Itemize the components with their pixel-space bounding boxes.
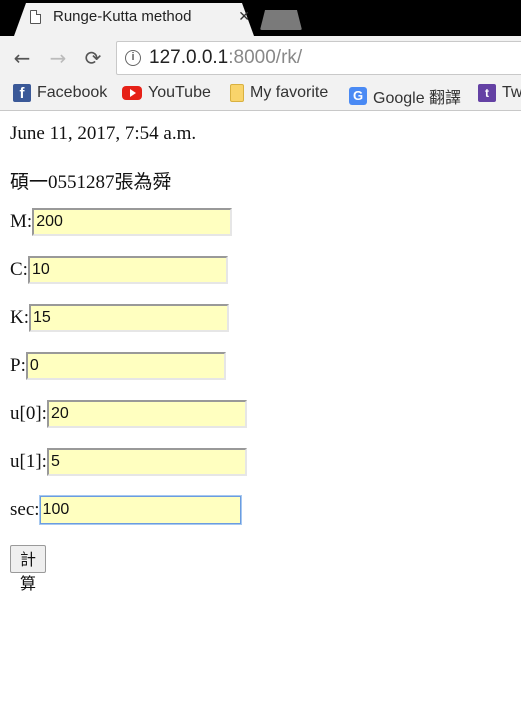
url-host: 127.0.0.1	[149, 47, 229, 68]
bookmark-label: Tw	[502, 84, 521, 101]
folder-icon	[230, 84, 244, 102]
address-bar[interactable]: i 127.0.0.1:8000/rk/	[116, 41, 521, 75]
close-icon[interactable]: ✕	[238, 9, 250, 25]
u1-input[interactable]	[46, 448, 247, 476]
bookmark-label: Google 翻譯	[373, 90, 462, 107]
browser-toolbar: ← → ⟳ i 127.0.0.1:8000/rk/	[0, 36, 521, 80]
field-label: sec:	[10, 499, 40, 520]
back-icon[interactable]: ←	[9, 45, 35, 71]
field-sec: sec:	[10, 496, 241, 524]
tab-strip: Runge-Kutta method ✕	[0, 0, 521, 36]
k-input[interactable]	[29, 304, 229, 332]
twitch-icon: t	[478, 84, 496, 102]
bookmark-facebook[interactable]: f Facebook	[13, 84, 107, 102]
bookmark-label: My favorite	[250, 84, 329, 101]
m-input[interactable]	[32, 208, 233, 236]
new-tab-button[interactable]	[260, 10, 302, 30]
field-label: u[1]:	[10, 451, 47, 472]
bookmark-youtube[interactable]: YouTube	[122, 84, 211, 102]
c-input[interactable]	[27, 256, 228, 284]
calculate-button[interactable]: 計算	[10, 545, 47, 593]
field-p: P:	[10, 352, 226, 380]
bookmark-label: Facebook	[37, 84, 108, 101]
field-c: C:	[10, 256, 228, 284]
tab-title: Runge-Kutta method	[53, 8, 192, 25]
tab-content: Runge-Kutta method ✕	[30, 8, 250, 25]
field-label: P:	[10, 355, 26, 376]
field-m: M:	[10, 208, 233, 236]
p-input[interactable]	[25, 352, 226, 380]
info-icon[interactable]: i	[125, 50, 141, 66]
bookmarks-bar: f Facebook YouTube My favorite G Google …	[0, 80, 521, 111]
field-k: K:	[10, 304, 229, 332]
url-path: :8000/rk/	[228, 47, 303, 68]
field-label: K:	[10, 307, 29, 328]
google-translate-icon: G	[349, 87, 367, 105]
reload-icon[interactable]: ⟳	[80, 45, 106, 71]
field-label: u[0]:	[10, 403, 47, 424]
bookmark-google-translate[interactable]: G Google 翻譯	[349, 84, 461, 108]
student-info: 碩一0551287張為舜	[10, 172, 172, 193]
bookmark-label: YouTube	[148, 84, 211, 101]
field-label: M:	[10, 211, 33, 232]
youtube-icon	[122, 86, 142, 100]
url-text: 127.0.0.1:8000/rk/	[149, 47, 302, 69]
forward-icon: →	[49, 46, 67, 70]
bookmark-my-favorite[interactable]: My favorite	[230, 84, 328, 102]
bookmark-twitch[interactable]: t Tw	[478, 84, 521, 102]
u0-input[interactable]	[46, 400, 247, 428]
page-icon	[30, 9, 41, 24]
field-u1: u[1]:	[10, 448, 247, 476]
field-u0: u[0]:	[10, 400, 247, 428]
facebook-icon: f	[13, 84, 31, 102]
sec-input[interactable]	[39, 496, 241, 524]
field-label: C:	[10, 259, 28, 280]
timestamp: June 11, 2017, 7:54 a.m.	[10, 123, 197, 144]
